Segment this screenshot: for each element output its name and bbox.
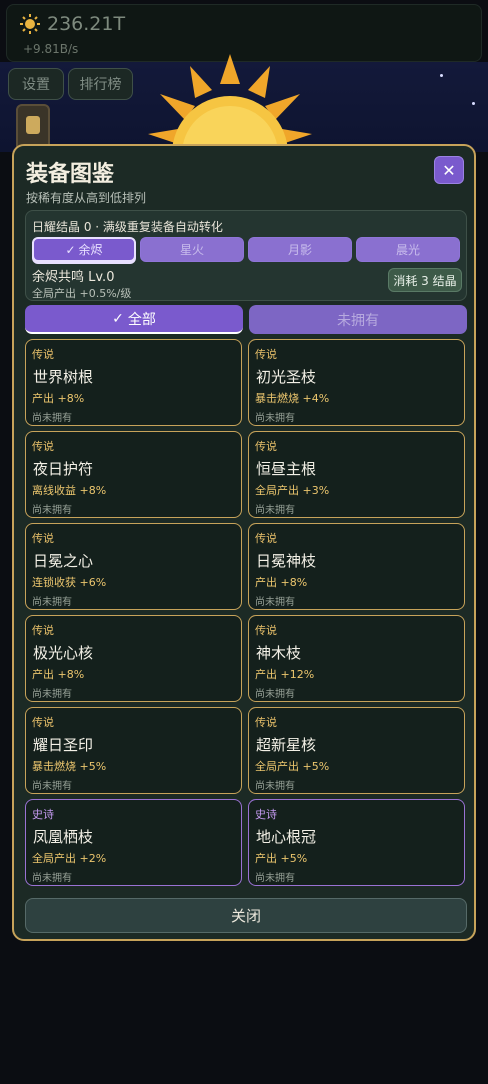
equipment-card[interactable]: 史诗地心根冠产出 +5% 尚未拥有	[248, 799, 465, 886]
rarity-label: 传说	[32, 624, 54, 637]
equipment-name: 世界树根	[33, 368, 94, 386]
rarity-label: 传说	[32, 716, 54, 729]
rarity-label: 传说	[255, 348, 277, 361]
modal-title: 装备图鉴	[26, 162, 115, 187]
filter-unowned-button[interactable]: 未拥有	[249, 305, 467, 334]
ranking-button[interactable]: 排行榜	[68, 68, 133, 100]
equipment-name: 恒昼主根	[256, 460, 317, 478]
ownership-status: 尚未拥有	[255, 597, 295, 608]
close-button[interactable]: 关闭	[25, 898, 467, 933]
equipment-card[interactable]: 传说初光圣枝暴击燃烧 +4% 尚未拥有	[248, 339, 465, 426]
filter-label: 全部	[127, 311, 156, 328]
equipment-effect: 产出 +8%	[32, 668, 85, 681]
equipment-effect: 产出 +8%	[255, 576, 308, 589]
equipment-card[interactable]: 传说日冕神枝产出 +8% 尚未拥有	[248, 523, 465, 610]
tab-ember[interactable]: ✓ 余烬	[32, 237, 136, 262]
equipment-name: 日冕之心	[33, 552, 94, 570]
ownership-status: 尚未拥有	[32, 505, 72, 516]
equipment-effect: 全局产出 +3%	[255, 484, 330, 497]
ownership-status: 尚未拥有	[32, 689, 72, 700]
lantern-icon	[16, 104, 50, 148]
rarity-label: 史诗	[32, 808, 54, 821]
equipment-card[interactable]: 传说极光心核产出 +8% 尚未拥有	[25, 615, 242, 702]
ownership-status: 尚未拥有	[32, 597, 72, 608]
equipment-card[interactable]: 传说恒昼主根全局产出 +3% 尚未拥有	[248, 431, 465, 518]
equipment-effect: 全局产出 +2%	[32, 852, 107, 865]
equipment-name: 初光圣枝	[256, 368, 317, 386]
tab-dawnlight[interactable]: 晨光	[356, 237, 460, 262]
equipment-name: 超新星核	[256, 736, 317, 754]
filter-row: ✓ 全部 未拥有	[25, 305, 467, 334]
modal-subtitle: 按稀有度从高到低排列	[26, 191, 147, 205]
tab-moonshadow[interactable]: 月影	[248, 237, 352, 262]
equipment-name: 神木枝	[256, 644, 302, 662]
equipment-card[interactable]: 传说夜日护符离线收益 +8% 尚未拥有	[25, 431, 242, 518]
check-icon: ✓	[112, 310, 124, 327]
equipment-name: 凤凰栖枝	[33, 828, 94, 846]
ownership-status: 尚未拥有	[32, 781, 72, 792]
equipment-card[interactable]: 传说超新星核全局产出 +5% 尚未拥有	[248, 707, 465, 794]
equipment-effect: 产出 +5%	[255, 852, 308, 865]
rarity-label: 传说	[255, 716, 277, 729]
equipment-grid: 传说 世界树根 产出 +8% 尚未拥有 传说 初光圣枝 暴击燃烧 +4% 尚未拥有 传说 夜日护符…	[25, 339, 467, 886]
element-tabs: ✓ 余烬 星火 月影 晨光	[32, 237, 460, 262]
equipment-name: 耀日圣印	[33, 736, 94, 754]
sun-icon	[20, 14, 40, 34]
equipment-effect: 暴击燃烧 +4%	[255, 392, 330, 405]
equipment-list[interactable]: 传说 世界树根 产出 +8% 尚未拥有 传说 初光圣枝 暴击燃烧 +4% 尚未拥有 传说 夜日护符…	[25, 339, 467, 893]
ownership-status: 尚未拥有	[32, 413, 72, 424]
rarity-label: 传说	[255, 532, 277, 545]
ownership-status: 尚未拥有	[255, 873, 295, 884]
equipment-codex-modal: 装备图鉴 ✕ 按稀有度从高到低排列 日耀结晶 0 · 满级重复装备自动转化 ✓ …	[12, 144, 476, 941]
ownership-status: 尚未拥有	[255, 689, 295, 700]
equipment-card[interactable]: 传说神木枝产出 +12% 尚未拥有	[248, 615, 465, 702]
equipment-effect: 全局产出 +5%	[255, 760, 330, 773]
tab-label: 星火	[179, 243, 204, 257]
equipment-card[interactable]: 传说耀日圣印暴击燃烧 +5% 尚未拥有	[25, 707, 242, 794]
resonance-level: 余烬共鸣 Lv.0	[32, 270, 115, 285]
ownership-status: 尚未拥有	[255, 413, 295, 424]
equipment-card[interactable]: 史诗凤凰栖枝全局产出 +2% 尚未拥有	[25, 799, 242, 886]
resource-row: 236.21T	[19, 13, 125, 35]
ownership-status: 尚未拥有	[255, 505, 295, 516]
equipment-card[interactable]: 传说世界树根产出 +8% 尚未拥有	[25, 339, 242, 426]
equipment-effect: 产出 +8%	[32, 392, 85, 405]
tab-label: 余烬	[78, 243, 103, 257]
rarity-label: 史诗	[255, 808, 277, 821]
close-icon[interactable]: ✕	[434, 156, 464, 184]
resource-value: 236.21T	[47, 13, 126, 35]
equipment-effect: 连锁收获 +6%	[32, 576, 107, 589]
ownership-status: 尚未拥有	[255, 781, 295, 792]
ownership-status: 尚未拥有	[32, 873, 72, 884]
equipment-name: 日冕神枝	[256, 552, 317, 570]
filter-all-button[interactable]: ✓ 全部	[25, 305, 243, 334]
sun-illustration-icon	[148, 54, 312, 154]
crystal-info: 日耀结晶 0 · 满级重复装备自动转化	[32, 220, 223, 234]
rarity-label: 传说	[32, 348, 54, 361]
settings-button[interactable]: 设置	[8, 68, 64, 100]
equipment-name: 地心根冠	[256, 828, 317, 846]
equipment-card[interactable]: 传说日冕之心连锁收获 +6% 尚未拥有	[25, 523, 242, 610]
star-decoration	[440, 74, 443, 77]
equipment-name: 夜日护符	[33, 460, 94, 478]
rarity-label: 传说	[255, 440, 277, 453]
equipment-effect: 离线收益 +8%	[32, 484, 107, 497]
resource-rate: +9.81B/s	[23, 42, 79, 56]
tab-label: 晨光	[395, 243, 420, 257]
resonance-bonus: 全局产出 +0.5%/级	[32, 287, 132, 300]
rarity-label: 传说	[32, 440, 54, 453]
consume-crystal-button[interactable]: 消耗 3 结晶	[388, 268, 462, 292]
check-icon: ✓	[65, 242, 76, 257]
crystal-panel: 日耀结晶 0 · 满级重复装备自动转化 ✓ 余烬 星火 月影 晨光 余烬共鸣 L…	[25, 210, 467, 301]
equipment-name: 极光心核	[33, 644, 94, 662]
star-decoration	[472, 102, 475, 105]
equipment-effect: 产出 +12%	[255, 668, 315, 681]
tab-starfire[interactable]: 星火	[140, 237, 244, 262]
tab-label: 月影	[287, 243, 312, 257]
rarity-label: 传说	[255, 624, 277, 637]
equipment-effect: 暴击燃烧 +5%	[32, 760, 107, 773]
rarity-label: 传说	[32, 532, 54, 545]
